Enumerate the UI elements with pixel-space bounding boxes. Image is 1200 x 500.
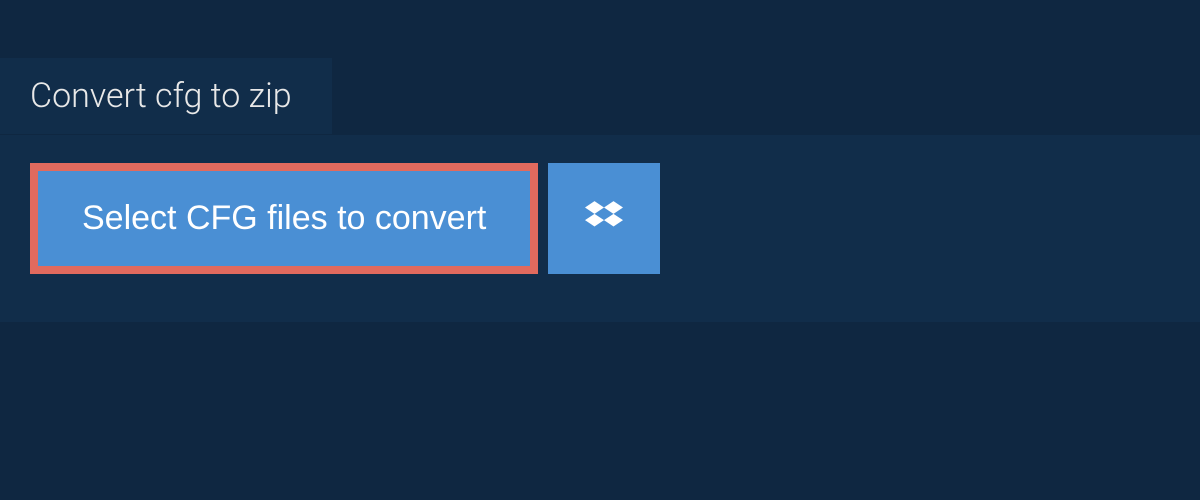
select-files-button[interactable]: Select CFG files to convert [38, 171, 530, 266]
dropbox-icon [585, 198, 623, 239]
dropbox-button[interactable] [548, 163, 660, 274]
select-files-label: Select CFG files to convert [82, 199, 486, 238]
highlight-frame: Select CFG files to convert [30, 163, 538, 274]
tab-convert-cfg-zip[interactable]: Convert cfg to zip [0, 58, 332, 134]
conversion-panel: Select CFG files to convert [0, 135, 1200, 322]
tab-bar: Convert cfg to zip [0, 58, 332, 134]
tab-label: Convert cfg to zip [30, 76, 292, 116]
button-row: Select CFG files to convert [30, 163, 1170, 274]
